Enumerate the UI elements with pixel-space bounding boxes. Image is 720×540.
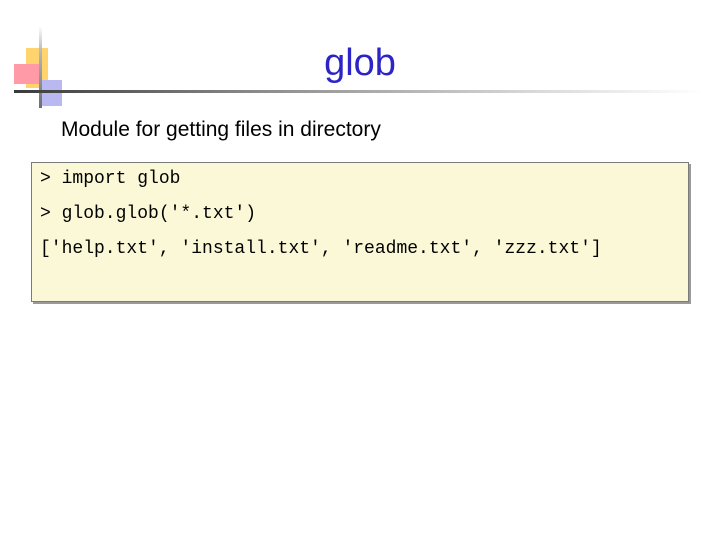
code-line-output: ['help.txt', 'install.txt', 'readme.txt'…: [40, 239, 602, 259]
slide-subtitle: Module for getting files in directory: [61, 118, 381, 141]
slide-title: glob: [0, 40, 720, 86]
code-line-import: > import glob: [40, 169, 181, 189]
slide: glob Module for getting files in directo…: [0, 0, 720, 540]
code-line-glob-call: > glob.glob('*.txt'): [40, 204, 257, 224]
code-box: > import glob > glob.glob('*.txt') ['hel…: [31, 162, 689, 302]
title-underline: [14, 90, 704, 93]
slide-title-text: glob: [324, 42, 396, 84]
